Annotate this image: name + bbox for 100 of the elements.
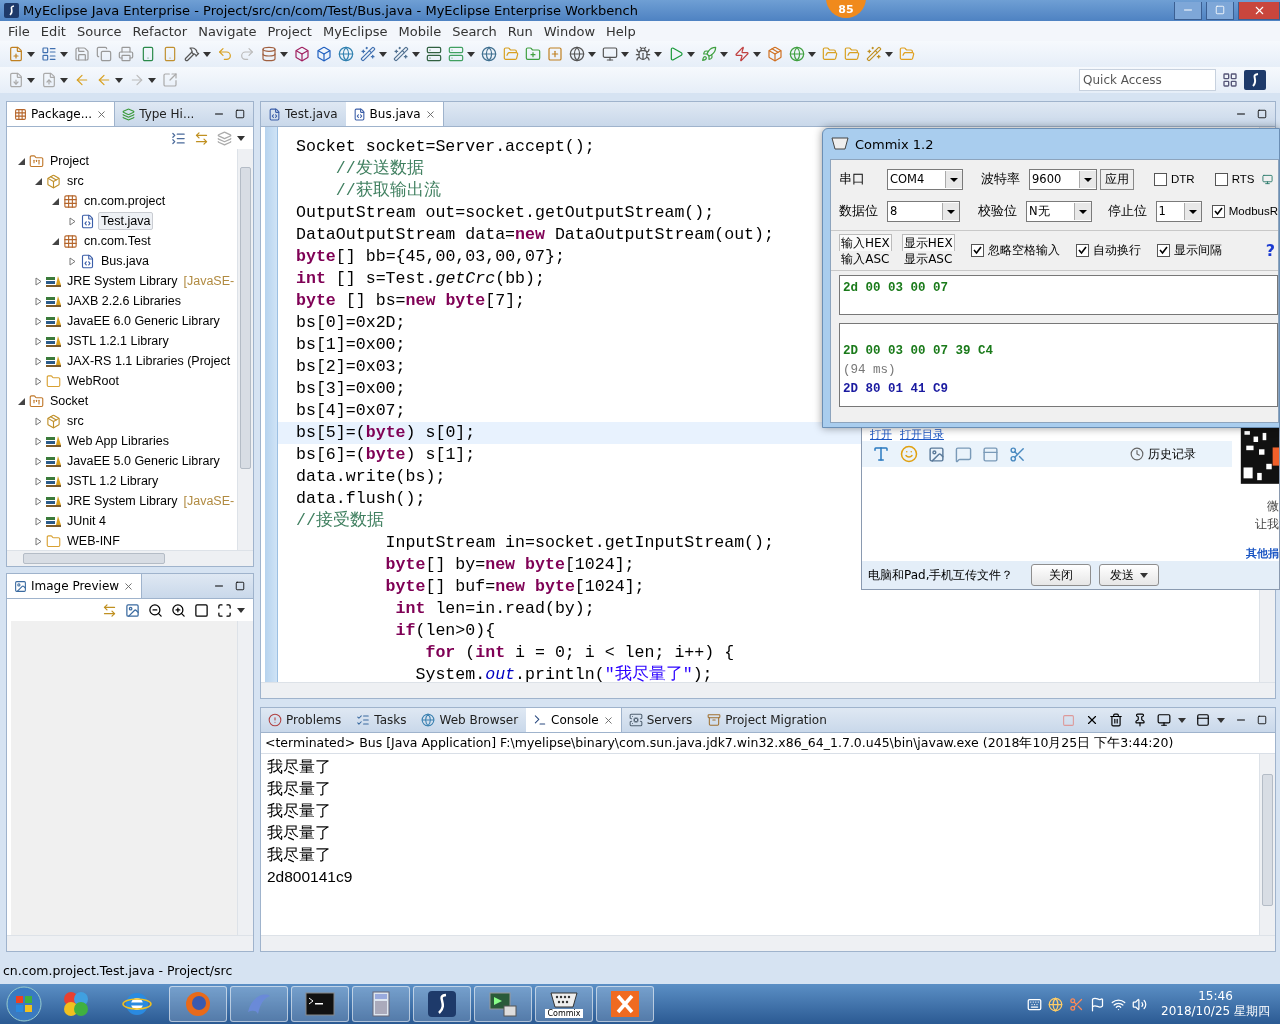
close-tab-icon[interactable] <box>424 108 436 120</box>
view-tab[interactable]: Type Hi... <box>115 102 203 126</box>
tree-item[interactable]: JUnit 4 <box>64 512 109 530</box>
horizontal-scrollbar[interactable] <box>261 935 1275 951</box>
dropdown-caret-icon[interactable] <box>808 51 816 57</box>
tree-item[interactable]: JSTL 1.2 Library <box>64 472 162 490</box>
dropdown-caret-icon[interactable] <box>720 51 728 57</box>
font-icon[interactable] <box>872 445 890 463</box>
editor-tab[interactable]: Bus.java <box>345 102 444 126</box>
add-icon[interactable] <box>547 46 563 62</box>
menu-item[interactable]: Run <box>502 23 539 39</box>
package-icon[interactable] <box>767 46 783 62</box>
dropdown-caret-icon[interactable] <box>621 51 629 57</box>
clock-time[interactable]: 15:46 <box>1198 989 1233 1004</box>
menu-item[interactable]: Navigate <box>193 23 263 39</box>
tree-item[interactable]: JRE System Library <box>64 492 181 510</box>
dropdown-caret-icon[interactable] <box>588 51 596 57</box>
checkbox[interactable] <box>1075 244 1089 257</box>
fit-icon[interactable] <box>217 602 232 618</box>
view-tab[interactable]: Console <box>526 708 622 732</box>
tree-item[interactable]: JAX-RS 1.1 Libraries (Project <box>64 352 234 370</box>
wand-icon[interactable] <box>393 46 409 62</box>
maximize-icon[interactable] <box>235 581 245 591</box>
vertical-scrollbar[interactable] <box>1259 754 1275 935</box>
close-tab-icon[interactable] <box>123 580 135 592</box>
flag-icon[interactable] <box>1090 996 1105 1012</box>
box-icon[interactable] <box>294 46 310 62</box>
tree-item[interactable]: Socket <box>47 392 92 410</box>
dropdown-caret-icon[interactable] <box>60 77 68 83</box>
maximize-icon[interactable] <box>235 109 245 119</box>
remove-icon[interactable] <box>1085 713 1099 727</box>
dropdown-caret-icon[interactable] <box>412 51 420 57</box>
screenshot-icon[interactable] <box>1009 445 1026 463</box>
checkbox[interactable] <box>970 244 984 257</box>
menu-item[interactable]: Help <box>601 23 642 39</box>
tree-item[interactable]: cn.com.Test <box>81 232 154 250</box>
view-tab[interactable]: Package... <box>7 102 116 126</box>
phone-icon[interactable] <box>162 46 178 62</box>
tree-item[interactable]: JRE System Library <box>64 272 181 290</box>
globe-icon[interactable] <box>569 46 585 62</box>
dropdown-field[interactable]: N无 <box>1026 200 1092 222</box>
window-icon[interactable] <box>982 445 999 463</box>
globe-icon[interactable] <box>338 46 354 62</box>
tree-item[interactable]: Bus.java <box>98 252 152 270</box>
menu-item[interactable]: Refactor <box>127 23 194 39</box>
editor-tab[interactable]: Test.java <box>261 102 346 126</box>
close-button[interactable] <box>1238 1 1280 20</box>
taskbar-app[interactable] <box>413 986 471 1022</box>
dropdown-caret-icon[interactable] <box>237 135 245 141</box>
menu-item[interactable]: Window <box>538 23 601 39</box>
folder-plus-icon[interactable] <box>525 46 541 62</box>
dropdown-caret-icon[interactable] <box>237 607 245 613</box>
menu-item[interactable]: MyEclipse <box>317 23 394 39</box>
tree-item[interactable]: cn.com.project <box>81 192 169 210</box>
send-field[interactable]: 2d 00 03 00 07 <box>839 275 1278 315</box>
chat-link[interactable]: 打开目录 <box>900 429 944 441</box>
message-icon[interactable] <box>955 445 972 463</box>
checkbox[interactable] <box>1154 172 1167 186</box>
keyboard-icon[interactable] <box>1027 996 1042 1012</box>
horizontal-scrollbar[interactable] <box>7 550 253 566</box>
dropdown-caret-icon[interactable] <box>753 51 761 57</box>
tree-item[interactable]: Test.java <box>98 212 154 230</box>
dropdown-caret-icon[interactable] <box>654 51 662 57</box>
tree-item[interactable]: WEB-INF <box>64 532 123 550</box>
dropdown-caret-icon[interactable] <box>687 51 695 57</box>
menu-item[interactable]: Project <box>262 23 318 39</box>
minimize-button[interactable] <box>1174 1 1202 20</box>
vertical-scrollbar[interactable] <box>237 621 253 935</box>
globe-icon[interactable] <box>481 46 497 62</box>
view-tab[interactable]: Servers <box>621 708 701 732</box>
maximize-button[interactable] <box>1206 1 1234 20</box>
dropdown-caret-icon[interactable] <box>27 77 35 83</box>
perspective-logo-icon[interactable] <box>1244 70 1266 90</box>
maximize-icon[interactable] <box>1257 715 1267 725</box>
menu-item[interactable]: Edit <box>35 23 72 39</box>
zoom-in-icon[interactable] <box>171 602 186 618</box>
display-icon[interactable] <box>1157 713 1171 727</box>
tree-item[interactable]: JavaEE 5.0 Generic Library <box>64 452 223 470</box>
dropdown-caret-icon[interactable] <box>885 51 893 57</box>
image-icon[interactable] <box>928 445 945 463</box>
dropdown-caret-icon[interactable] <box>280 51 288 57</box>
quick-access-field[interactable]: Quick Access <box>1079 69 1216 91</box>
dropdown-caret-icon[interactable] <box>379 51 387 57</box>
view-tab[interactable]: Tasks <box>349 708 415 732</box>
tree-item[interactable]: JSTL 1.2.1 Library <box>64 332 172 350</box>
tree-item[interactable]: JAXB 2.2.6 Libraries <box>64 292 184 310</box>
tree-item[interactable]: src <box>64 412 87 430</box>
pin-icon[interactable] <box>1133 713 1147 727</box>
new-item-icon[interactable] <box>41 46 57 62</box>
horizontal-scrollbar[interactable] <box>7 935 253 951</box>
taskbar-app[interactable]: Commix <box>535 986 593 1022</box>
wand-icon[interactable] <box>360 46 376 62</box>
view-tab[interactable]: Image Preview <box>7 574 143 598</box>
maximize-icon[interactable] <box>1257 109 1267 119</box>
chat-link[interactable]: 打开 <box>870 429 892 441</box>
clear-icon[interactable] <box>1109 713 1123 727</box>
help-icon[interactable]: ? <box>1265 241 1275 260</box>
box-icon[interactable] <box>316 46 332 62</box>
bug-icon[interactable] <box>635 46 651 62</box>
dropdown-field[interactable]: 9600 <box>1029 168 1097 190</box>
